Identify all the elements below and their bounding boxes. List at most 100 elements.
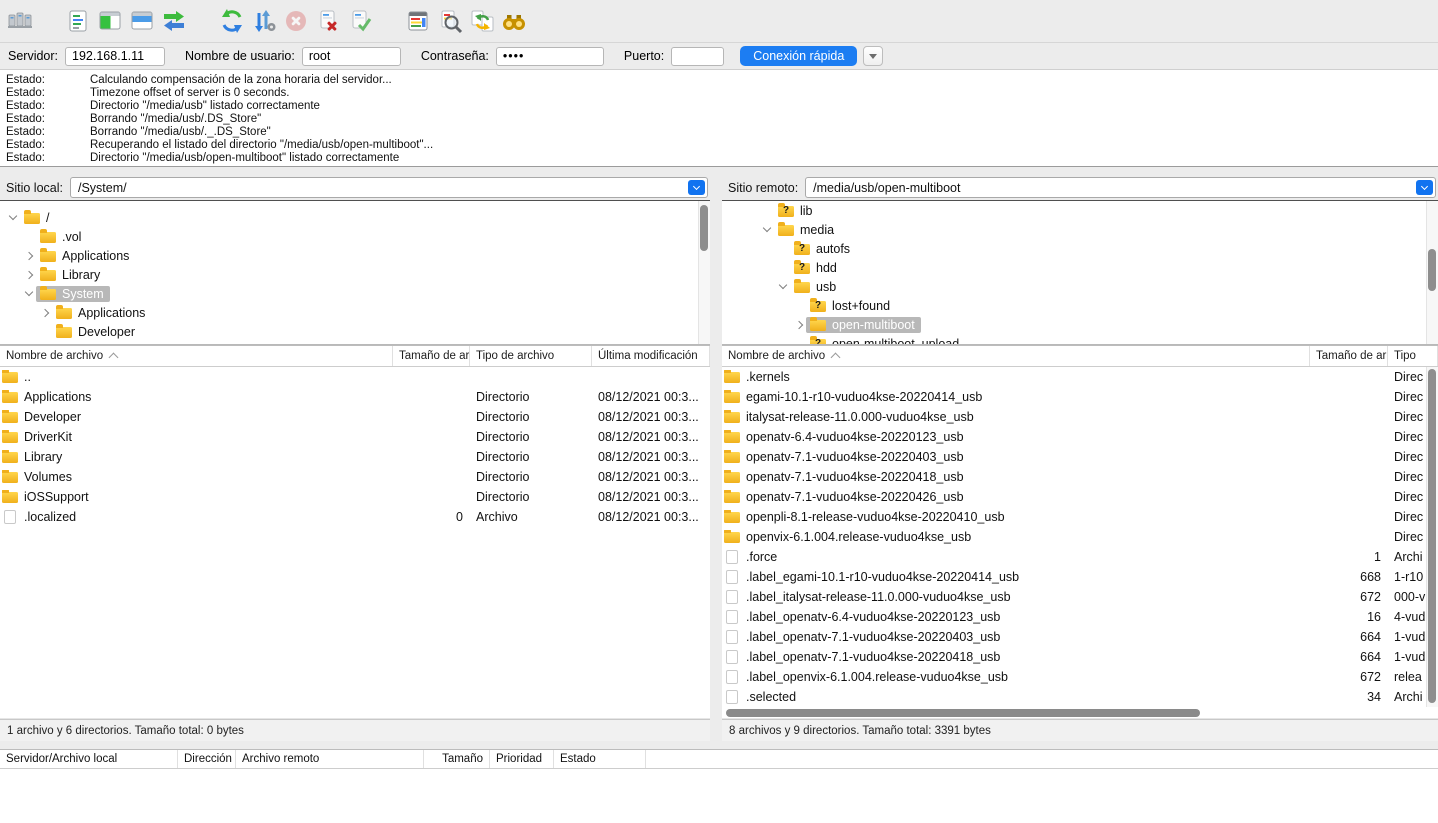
disconnect-button[interactable] (313, 5, 343, 37)
remote-tree-scrollbar-thumb[interactable] (1428, 249, 1436, 291)
tree-item[interactable]: media (722, 220, 1438, 239)
local-tree-scrollbar[interactable] (698, 201, 710, 344)
file-row[interactable]: openpli-8.1-release-vuduo4kse-20220410_u… (722, 507, 1438, 527)
column-header-type[interactable]: Tipo de archivo (470, 346, 592, 366)
file-row[interactable]: iOSSupportDirectorio08/12/2021 00:3... (0, 487, 710, 507)
queue-column-local-file[interactable]: Servidor/Archivo local (0, 750, 178, 768)
column-header-type[interactable]: Tipo (1388, 346, 1438, 366)
chevron-down-icon (693, 183, 700, 190)
toggle-local-tree-button[interactable] (95, 5, 125, 37)
directory-listing-filters-button[interactable] (403, 5, 433, 37)
tree-item[interactable]: lib (722, 201, 1438, 220)
find-files-button[interactable] (499, 5, 529, 37)
tree-item[interactable]: System (0, 284, 710, 303)
queue-column-remote-file[interactable]: Archivo remoto (236, 750, 424, 768)
file-row[interactable]: .. (0, 367, 710, 387)
file-row[interactable]: openatv-6.4-vuduo4kse-20220123_usbDirec (722, 427, 1438, 447)
column-header-name[interactable]: Nombre de archivo (0, 346, 393, 366)
file-row[interactable]: LibraryDirectorio08/12/2021 00:3... (0, 447, 710, 467)
file-row[interactable]: ApplicationsDirectorio08/12/2021 00:3... (0, 387, 710, 407)
file-row[interactable]: .label_openatv-7.1-vuduo4kse-20220403_us… (722, 627, 1438, 647)
password-label: Contraseña: (421, 49, 489, 63)
refresh-button[interactable] (217, 5, 247, 37)
remote-list-scrollbar[interactable] (1426, 367, 1438, 707)
chevron-right-icon[interactable] (22, 253, 36, 259)
toggle-transfer-queue-button[interactable] (159, 5, 189, 37)
remote-hscroll-thumb[interactable] (726, 709, 1200, 717)
column-header-modified[interactable]: Última modificación (592, 346, 710, 366)
file-row[interactable]: italysat-release-11.0.000-vuduo4kse_usbD… (722, 407, 1438, 427)
chevron-down-icon[interactable] (22, 292, 36, 295)
file-row[interactable]: egami-10.1-r10-vuduo4kse-20220414_usbDir… (722, 387, 1438, 407)
file-row[interactable]: .label_openatv-6.4-vuduo4kse-20220123_us… (722, 607, 1438, 627)
tree-item[interactable]: .vol (0, 227, 710, 246)
tree-item[interactable]: open-multiboot_upload (722, 334, 1438, 345)
log-row: Estado:Calculando compensación de la zon… (0, 74, 1438, 87)
tree-item[interactable]: lost+found (722, 296, 1438, 315)
folder-icon (24, 213, 40, 224)
tree-item[interactable]: hdd (722, 258, 1438, 277)
remote-list-scrollbar-thumb[interactable] (1428, 369, 1436, 703)
file-row[interactable]: .label_egami-10.1-r10-vuduo4kse-20220414… (722, 567, 1438, 587)
queue-column-status[interactable]: Estado (554, 750, 646, 768)
file-row[interactable]: openatv-7.1-vuduo4kse-20220426_usbDirec (722, 487, 1438, 507)
file-row[interactable]: openvix-6.1.004.release-vuduo4kse_usbDir… (722, 527, 1438, 547)
file-row[interactable]: .selected34Archi (722, 687, 1438, 707)
chevron-right-icon[interactable] (38, 310, 52, 316)
local-path-dropdown-button[interactable] (688, 180, 705, 195)
tree-item[interactable]: open-multiboot (722, 315, 1438, 334)
file-row[interactable]: .force1Archi (722, 547, 1438, 567)
remote-tree-scrollbar[interactable] (1426, 201, 1438, 344)
cancel-operation-button[interactable] (281, 5, 311, 37)
synchronized-browsing-button[interactable] (467, 5, 497, 37)
main-panes: Sitio local: /System/ /.volApplicationsL… (0, 167, 1438, 741)
tree-item[interactable]: Library (0, 265, 710, 284)
tree-item[interactable]: usb (722, 277, 1438, 296)
tree-item[interactable]: Applications (0, 303, 710, 322)
remote-path-combobox[interactable]: /media/usb/open-multiboot (805, 177, 1436, 198)
queue-column-priority[interactable]: Prioridad (490, 750, 554, 768)
remote-path-dropdown-button[interactable] (1416, 180, 1433, 195)
column-header-size[interactable]: Tamaño de ar (1310, 346, 1388, 366)
tree-item[interactable]: Applications (0, 246, 710, 265)
file-row[interactable]: openatv-7.1-vuduo4kse-20220418_usbDirec (722, 467, 1438, 487)
column-header-size[interactable]: Tamaño de arc (393, 346, 470, 366)
tree-item[interactable]: Developer (0, 322, 710, 341)
file-row[interactable]: .label_openvix-6.1.004.release-vuduo4kse… (722, 667, 1438, 687)
file-row[interactable]: DriverKitDirectorio08/12/2021 00:3... (0, 427, 710, 447)
server-input[interactable] (65, 47, 165, 66)
username-input[interactable] (302, 47, 401, 66)
tree-item[interactable]: / (0, 208, 710, 227)
site-manager-button[interactable] (5, 5, 35, 37)
chevron-down-icon[interactable] (760, 228, 774, 231)
column-header-name[interactable]: Nombre de archivo (722, 346, 1310, 366)
file-icon (726, 570, 738, 584)
file-row[interactable]: VolumesDirectorio08/12/2021 00:3... (0, 467, 710, 487)
chevron-right-icon[interactable] (792, 322, 806, 328)
file-row[interactable]: .kernelsDirec (722, 367, 1438, 387)
chevron-down-icon[interactable] (6, 216, 20, 219)
toggle-remote-tree-button[interactable] (127, 5, 157, 37)
local-path-combobox[interactable]: /System/ (70, 177, 708, 198)
tree-item[interactable]: autofs (722, 239, 1438, 258)
chevron-down-icon[interactable] (776, 285, 790, 288)
local-tree-scrollbar-thumb[interactable] (700, 205, 708, 251)
chevron-right-icon[interactable] (22, 272, 36, 278)
reconnect-button[interactable] (345, 5, 375, 37)
log-row-message: Calculando compensación de la zona horar… (90, 74, 392, 87)
queue-column-size[interactable]: Tamaño (424, 750, 490, 768)
directory-comparison-button[interactable] (435, 5, 465, 37)
password-input[interactable] (496, 47, 604, 66)
process-queue-button[interactable] (249, 5, 279, 37)
quickconnect-button[interactable]: Conexión rápida (740, 46, 857, 66)
toggle-message-log-button[interactable] (63, 5, 93, 37)
queue-column-direction[interactable]: Dirección (178, 750, 236, 768)
port-input[interactable] (671, 47, 724, 66)
quickconnect-dropdown-button[interactable] (863, 46, 883, 66)
file-row[interactable]: openatv-7.1-vuduo4kse-20220403_usbDirec (722, 447, 1438, 467)
file-row[interactable]: DeveloperDirectorio08/12/2021 00:3... (0, 407, 710, 427)
file-type: Archivo (470, 510, 592, 524)
file-row[interactable]: .label_italysat-release-11.0.000-vuduo4k… (722, 587, 1438, 607)
file-row[interactable]: .label_openatv-7.1-vuduo4kse-20220418_us… (722, 647, 1438, 667)
file-row[interactable]: .localized0Archivo08/12/2021 00:3... (0, 507, 710, 527)
